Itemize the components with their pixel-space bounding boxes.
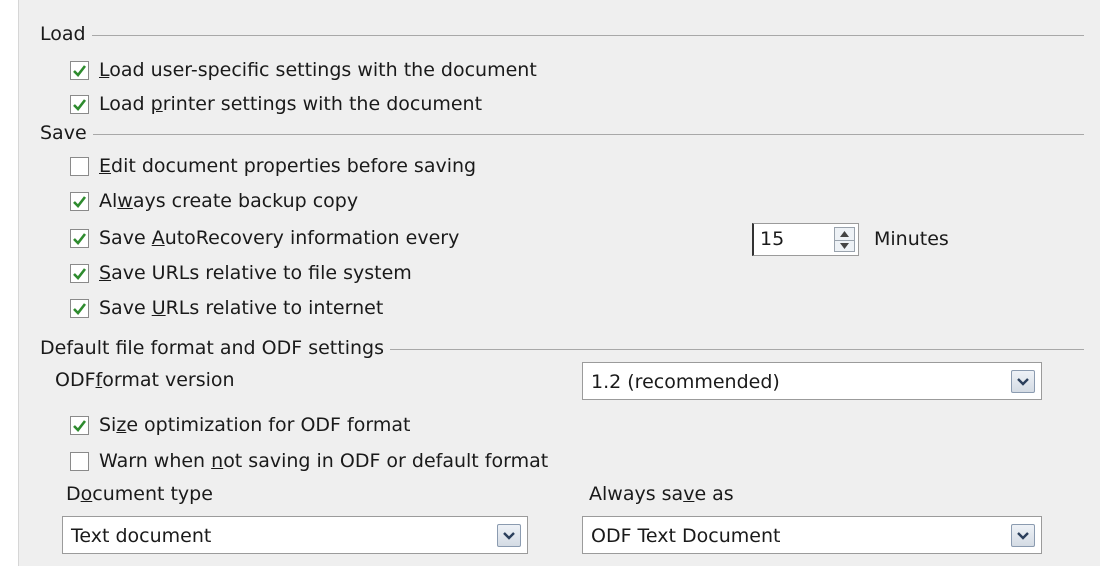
load-printer-settings-label: Load printer settings with the document <box>99 93 483 115</box>
chevron-down-icon[interactable] <box>497 524 521 547</box>
backup-copy-label: Always create backup copy <box>99 190 359 212</box>
document-type-value: Text document <box>71 525 212 547</box>
warn-not-odf-label: Warn when not saving in ODF or default f… <box>99 450 549 472</box>
autorecovery-checkbox[interactable] <box>70 228 89 248</box>
default-format-section-title: Default file format and ODF settings <box>40 337 384 359</box>
autorecovery-minutes-spinbox[interactable]: 15 <box>752 223 859 256</box>
urls-file-system-option[interactable]: Save URLs relative to file system <box>70 259 412 287</box>
chevron-down-icon[interactable] <box>1011 524 1035 547</box>
urls-file-system-checkbox[interactable] <box>70 263 89 283</box>
document-type-dropdown[interactable]: Text document <box>62 516 528 554</box>
always-save-as-label: Always sa v e as <box>589 483 734 505</box>
load-user-settings-label: Load user-specific settings with the doc… <box>99 59 537 81</box>
autorecovery-option[interactable]: Save AutoRecovery information every <box>70 224 459 252</box>
autorecovery-minutes-value[interactable]: 15 <box>760 228 784 250</box>
odf-version-dropdown[interactable]: 1.2 (recommended) <box>582 362 1042 400</box>
load-printer-settings-option[interactable]: Load printer settings with the document <box>70 90 482 118</box>
size-optimization-label: Size optimization for ODF format <box>99 414 411 436</box>
size-optimization-checkbox[interactable] <box>70 415 89 435</box>
section-divider <box>389 348 1084 350</box>
urls-internet-checkbox[interactable] <box>70 298 89 318</box>
odf-version-value: 1.2 (recommended) <box>591 371 780 393</box>
section-divider <box>91 34 1084 36</box>
urls-file-system-label: Save URLs relative to file system <box>99 262 412 284</box>
backup-copy-option[interactable]: Always create backup copy <box>70 187 358 215</box>
spin-down-icon[interactable] <box>835 239 854 253</box>
backup-copy-checkbox[interactable] <box>70 191 89 211</box>
document-type-label: Do cument type <box>66 483 213 505</box>
section-divider <box>92 133 1084 135</box>
load-user-settings-checkbox[interactable] <box>70 60 89 80</box>
save-section-header: Save <box>40 121 1084 145</box>
urls-internet-label: Save URLs relative to internet <box>99 297 384 319</box>
edit-properties-checkbox[interactable] <box>70 156 89 176</box>
spin-buttons[interactable] <box>834 227 855 252</box>
autorecovery-label: Save AutoRecovery information every <box>99 227 460 249</box>
default-format-section-header: Default file format and ODF settings <box>40 336 1084 360</box>
size-optimization-option[interactable]: Size optimization for ODF format <box>70 411 410 439</box>
load-printer-settings-checkbox[interactable] <box>70 94 89 114</box>
warn-not-odf-option[interactable]: Warn when not saving in ODF or default f… <box>70 447 548 475</box>
load-section-title: Load <box>40 23 86 45</box>
urls-internet-option[interactable]: Save URLs relative to internet <box>70 294 383 322</box>
chevron-down-icon[interactable] <box>1011 370 1035 393</box>
spin-up-icon[interactable] <box>835 228 854 240</box>
minutes-label: Minutes <box>874 228 949 250</box>
odf-version-label: ODF f ormat version <box>55 369 235 391</box>
load-user-settings-option[interactable]: Load user-specific settings with the doc… <box>70 56 537 84</box>
edit-properties-label: Edit document properties before saving <box>99 155 477 177</box>
warn-not-odf-checkbox[interactable] <box>70 451 89 471</box>
always-save-as-dropdown[interactable]: ODF Text Document <box>582 516 1042 554</box>
load-section-header: Load <box>40 22 1084 46</box>
save-section-title: Save <box>40 122 87 144</box>
always-save-as-value: ODF Text Document <box>591 525 781 547</box>
edit-properties-option[interactable]: Edit document properties before saving <box>70 152 476 180</box>
